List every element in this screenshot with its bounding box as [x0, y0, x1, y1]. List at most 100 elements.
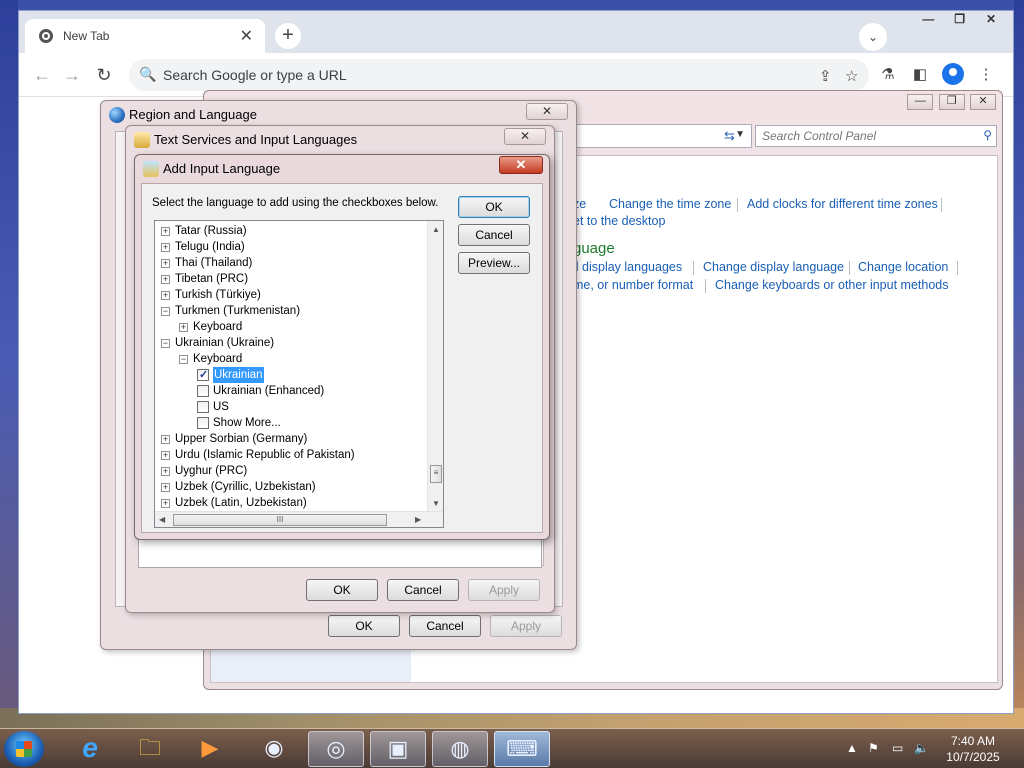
- region-apply-button[interactable]: Apply: [490, 615, 562, 637]
- tree-item-label: Ukrainian: [213, 367, 264, 383]
- tree-item-label: Uyghur (PRC): [175, 465, 248, 477]
- collapse-icon[interactable]: −: [161, 339, 170, 348]
- checkbox[interactable]: [197, 417, 209, 429]
- close-icon[interactable]: ✕: [504, 128, 546, 145]
- cp-close-button[interactable]: ✕: [970, 94, 996, 110]
- internet-explorer-icon[interactable]: e: [62, 731, 118, 767]
- cp-maximize-button[interactable]: ❐: [938, 94, 965, 110]
- cp-link-change-time-zone[interactable]: Change the time zone: [609, 197, 731, 211]
- tab-new-tab[interactable]: New Tab ✕: [25, 19, 265, 53]
- checkbox[interactable]: [197, 367, 209, 383]
- scroll-thumb[interactable]: ≡: [430, 465, 442, 483]
- close-icon[interactable]: ✕: [499, 156, 543, 174]
- horizontal-scrollbar[interactable]: ◀ III ▶: [155, 511, 443, 527]
- action-center-flag-icon[interactable]: ⚑: [868, 741, 879, 755]
- tree-item-label: Uzbek (Cyrillic, Uzbekistan): [175, 481, 316, 493]
- checkbox[interactable]: [197, 401, 209, 413]
- new-tab-button[interactable]: +: [275, 23, 301, 49]
- region-ok-button[interactable]: OK: [328, 615, 400, 637]
- tree-item-label: Upper Sorbian (Germany): [175, 433, 308, 445]
- collapse-icon[interactable]: −: [179, 355, 188, 364]
- add-ok-button[interactable]: OK: [458, 196, 530, 218]
- restore-button[interactable]: ❐: [946, 11, 974, 29]
- back-arrow-icon[interactable]: ←: [31, 65, 53, 86]
- preview-button[interactable]: Preview...: [458, 252, 530, 274]
- more-menu-icon[interactable]: ⋮: [975, 65, 997, 83]
- side-panel-icon[interactable]: ◧: [909, 65, 931, 83]
- control-panel-icon[interactable]: ◎: [308, 731, 364, 767]
- cp-link-install-display-languages[interactable]: ll display languages: [573, 260, 682, 274]
- profile-avatar-icon[interactable]: [942, 63, 964, 85]
- expand-icon[interactable]: +: [161, 467, 170, 476]
- cp-refresh-icon[interactable]: ⇆: [724, 128, 735, 144]
- expand-icon[interactable]: +: [161, 291, 170, 300]
- system-clock[interactable]: 7:40 AM 10/7/2025: [938, 733, 1008, 765]
- hscroll-thumb[interactable]: III: [173, 514, 387, 526]
- chrome-icon[interactable]: ◉: [246, 731, 302, 767]
- cp-link-change-display-language[interactable]: Change display language: [703, 260, 844, 274]
- expand-icon[interactable]: +: [179, 323, 188, 332]
- show-hidden-icons-icon[interactable]: ▲: [846, 741, 858, 755]
- address-bar[interactable]: 🔍 ⇪ ☆: [129, 59, 869, 91]
- tab-search-chevron-icon[interactable]: ⌄: [859, 23, 887, 51]
- cp-link-number-format[interactable]: me, or number format: [573, 278, 693, 292]
- expand-icon[interactable]: +: [161, 227, 170, 236]
- collapse-icon[interactable]: −: [161, 307, 170, 316]
- cp-section-heading-region-language[interactable]: guage: [573, 240, 615, 257]
- dialog-title: Add Input Language: [163, 161, 281, 176]
- keyboard-language-icon[interactable]: ⌨: [494, 731, 550, 767]
- network-window-icon[interactable]: ▣: [370, 731, 426, 767]
- cp-link-set-desktop[interactable]: et to the desktop: [573, 214, 665, 228]
- scroll-left-icon[interactable]: ◀: [159, 515, 165, 524]
- scroll-up-icon[interactable]: ▲: [432, 225, 440, 234]
- expand-icon[interactable]: +: [161, 275, 170, 284]
- tree-item-label: Turkish (Türkiye): [175, 289, 261, 301]
- cp-search-box[interactable]: ⚲: [755, 125, 997, 147]
- close-button[interactable]: ✕: [977, 11, 1005, 29]
- link-separator: [941, 198, 942, 212]
- forward-arrow-icon[interactable]: →: [61, 65, 83, 86]
- cp-search-input[interactable]: [760, 128, 970, 144]
- checkbox[interactable]: [197, 385, 209, 397]
- expand-icon[interactable]: +: [161, 243, 170, 252]
- language-tree[interactable]: ▲ ≡ ▼ ◀ III ▶ + Tatar (Russia) + Telugu (In…: [154, 220, 444, 528]
- window-controls: — ❐ ✕: [914, 11, 1005, 31]
- cp-link-change-keyboards[interactable]: Change keyboards or other input methods: [715, 278, 948, 292]
- labs-flask-icon[interactable]: ⚗: [877, 65, 899, 83]
- expand-icon[interactable]: +: [161, 259, 170, 268]
- textsvc-ok-button[interactable]: OK: [306, 579, 378, 601]
- vertical-scrollbar[interactable]: ▲ ≡ ▼: [427, 221, 443, 513]
- cp-minimize-button[interactable]: —: [907, 94, 934, 110]
- start-button-icon[interactable]: [4, 731, 44, 767]
- expand-icon[interactable]: +: [161, 435, 170, 444]
- add-cancel-button[interactable]: Cancel: [458, 224, 530, 246]
- volume-muted-icon[interactable]: 🔈: [914, 741, 929, 755]
- minimize-button[interactable]: —: [914, 11, 942, 29]
- expand-icon[interactable]: +: [161, 483, 170, 492]
- search-icon: 🔍: [139, 66, 157, 82]
- region-language-icon[interactable]: ◍: [432, 731, 488, 767]
- expand-icon[interactable]: +: [161, 451, 170, 460]
- textsvc-cancel-button[interactable]: Cancel: [387, 579, 459, 601]
- network-icon[interactable]: ▭: [892, 741, 903, 755]
- cp-link-change-location[interactable]: Change location: [858, 260, 948, 274]
- media-player-icon[interactable]: ▶: [182, 731, 238, 767]
- link-separator: [693, 261, 694, 275]
- cp-search-icon[interactable]: ⚲: [983, 128, 992, 142]
- file-explorer-icon[interactable]: 🗀: [122, 731, 178, 767]
- expand-icon[interactable]: +: [161, 499, 170, 508]
- scroll-down-icon[interactable]: ▼: [432, 499, 440, 508]
- tree-item-label: Keyboard: [193, 353, 243, 365]
- textsvc-apply-button[interactable]: Apply: [468, 579, 540, 601]
- bookmark-star-icon[interactable]: ☆: [845, 67, 858, 85]
- omnibox-input[interactable]: [161, 63, 801, 87]
- share-icon[interactable]: ⇪: [819, 67, 832, 85]
- region-cancel-button[interactable]: Cancel: [409, 615, 481, 637]
- tab-close-icon[interactable]: ✕: [240, 26, 253, 46]
- cp-link-add-clocks[interactable]: Add clocks for different time zones: [747, 197, 938, 211]
- close-icon[interactable]: ✕: [526, 103, 568, 120]
- reload-icon[interactable]: ↻: [93, 65, 115, 86]
- address-dropdown-icon[interactable]: ▼: [735, 129, 745, 140]
- tree-item-label: Tatar (Russia): [175, 225, 247, 237]
- scroll-right-icon[interactable]: ▶: [415, 515, 421, 524]
